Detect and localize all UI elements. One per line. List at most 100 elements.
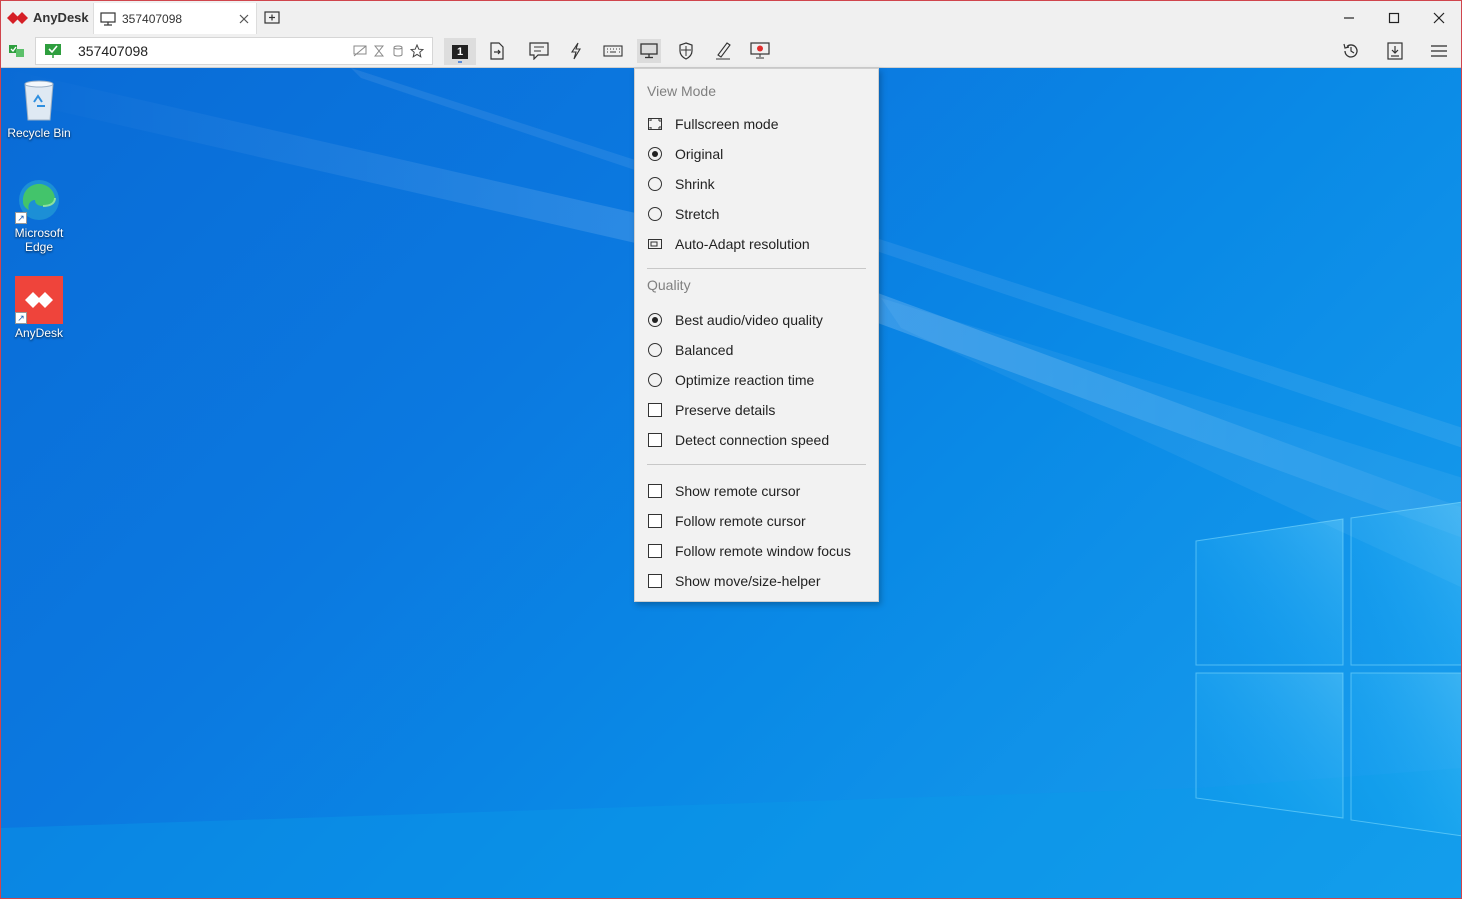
menu-item-stretch[interactable]: Stretch — [635, 200, 878, 228]
permissions-shield-icon — [679, 42, 693, 60]
connection-status-icon — [9, 45, 24, 57]
menu-item-label: Follow remote window focus — [675, 543, 851, 559]
desktop-icon-recycle-bin[interactable]: Recycle Bin — [1, 76, 77, 140]
display-settings-menu: View Mode Fullscreen mode Original Shrin… — [634, 68, 879, 602]
file-transfer-icon — [490, 42, 504, 60]
minimize-button[interactable] — [1326, 1, 1371, 34]
checkbox-unchecked[interactable] — [648, 433, 662, 447]
anydesk-logo-icon — [7, 11, 28, 24]
menu-item-auto-adapt[interactable]: Auto-Adapt resolution — [635, 230, 878, 258]
checkbox-unchecked[interactable] — [648, 484, 662, 498]
fullscreen-icon — [648, 118, 662, 130]
app-name: AnyDesk — [33, 10, 89, 25]
address-bar[interactable]: 357407098 — [35, 37, 433, 65]
session-toolbar: 357407098 1 — [1, 34, 1461, 68]
actions-lightning-icon — [570, 42, 581, 60]
menu-item-show-move-helper[interactable]: Show move/size-helper — [635, 567, 878, 595]
download-button[interactable] — [1383, 39, 1407, 63]
shortcut-arrow-icon: ↗ — [15, 312, 27, 324]
file-transfer-button[interactable] — [485, 39, 509, 63]
keyboard-icon — [603, 45, 623, 57]
desktop-icon-label: AnyDesk — [14, 326, 64, 340]
radio-unselected[interactable] — [648, 343, 662, 357]
checkbox-unchecked[interactable] — [648, 574, 662, 588]
input-blocked-icon[interactable] — [353, 44, 367, 58]
anydesk-window: AnyDesk 357407098 357407098 1 Recycle Bi… — [0, 0, 1462, 899]
new-tab-button[interactable] — [257, 1, 287, 34]
monitor-icon — [100, 11, 116, 26]
menu-item-label: Show move/size-helper — [675, 573, 821, 589]
checkbox-unchecked[interactable] — [648, 544, 662, 558]
menu-item-balanced[interactable]: Balanced — [635, 336, 878, 364]
whiteboard-button[interactable] — [711, 39, 735, 63]
app-brand[interactable]: AnyDesk — [1, 1, 93, 34]
window-controls — [1326, 1, 1461, 34]
radio-selected[interactable] — [648, 147, 662, 161]
close-icon — [1433, 12, 1444, 23]
menu-item-label: Original — [675, 146, 724, 162]
menu-item-shrink[interactable]: Shrink — [635, 170, 878, 198]
checkbox-unchecked[interactable] — [648, 514, 662, 528]
radio-unselected[interactable] — [648, 373, 662, 387]
shortcut-arrow-icon: ↗ — [15, 212, 27, 224]
favorite-star-icon[interactable] — [410, 44, 424, 58]
tab-close-icon[interactable] — [238, 13, 250, 25]
actions-button[interactable] — [564, 39, 588, 63]
menu-item-preserve-details[interactable]: Preserve details — [635, 396, 878, 424]
permissions-button[interactable] — [674, 39, 698, 63]
main-menu-button[interactable] — [1427, 39, 1451, 63]
keyboard-button[interactable] — [601, 39, 625, 63]
monitor-number: 1 — [452, 44, 468, 59]
active-indicator — [458, 61, 462, 63]
menu-item-label: Follow remote cursor — [675, 513, 806, 529]
address-status-icons — [353, 44, 424, 58]
whiteboard-pen-icon — [716, 42, 731, 60]
menu-item-show-remote-cursor[interactable]: Show remote cursor — [635, 477, 878, 505]
chat-button[interactable] — [527, 39, 551, 63]
minimize-icon — [1343, 16, 1354, 19]
tab-title: 357407098 — [122, 11, 183, 26]
menu-item-follow-window-focus[interactable]: Follow remote window focus — [635, 537, 878, 565]
display-settings-button[interactable] — [637, 39, 661, 63]
auto-adapt-resolution-icon — [648, 239, 662, 249]
menu-item-label: Balanced — [675, 342, 734, 358]
radio-unselected[interactable] — [648, 207, 662, 221]
desktop-icon-anydesk[interactable]: ↗ AnyDesk — [1, 276, 77, 340]
desktop-icon-microsoft-edge[interactable]: ↗ Microsoft Edge — [1, 176, 77, 254]
menu-item-best-quality[interactable]: Best audio/video quality — [635, 306, 878, 334]
menu-item-label: Detect connection speed — [675, 432, 830, 448]
record-button[interactable] — [748, 39, 772, 63]
menu-item-fullscreen[interactable]: Fullscreen mode — [635, 110, 878, 138]
menu-icon — [1431, 45, 1447, 57]
menu-item-optimize-reaction[interactable]: Optimize reaction time — [635, 366, 878, 394]
session-tab[interactable]: 357407098 — [93, 3, 257, 34]
menu-item-label: Best audio/video quality — [675, 312, 823, 328]
radio-selected[interactable] — [648, 313, 662, 327]
menu-item-original[interactable]: Original — [635, 140, 878, 168]
desktop-icon-label: Microsoft Edge — [14, 226, 64, 254]
display-icon — [640, 43, 658, 59]
verified-monitor-icon — [45, 44, 61, 58]
monitor-selector-button[interactable]: 1 — [444, 38, 476, 65]
view-mode-header: View Mode — [647, 83, 717, 99]
menu-item-label: Show remote cursor — [675, 483, 801, 499]
menu-separator — [647, 268, 866, 269]
history-button[interactable] — [1339, 39, 1363, 63]
menu-item-label: Fullscreen mode — [675, 116, 779, 132]
menu-item-follow-remote-cursor[interactable]: Follow remote cursor — [635, 507, 878, 535]
new-tab-icon — [264, 10, 280, 24]
menu-item-label: Optimize reaction time — [675, 372, 815, 388]
menu-item-label: Preserve details — [675, 402, 776, 418]
maximize-button[interactable] — [1371, 1, 1416, 34]
database-icon[interactable] — [391, 44, 405, 58]
chat-icon — [529, 42, 549, 60]
connection-status-button[interactable] — [5, 39, 29, 63]
radio-unselected[interactable] — [648, 177, 662, 191]
hourglass-icon[interactable] — [372, 44, 386, 58]
history-icon — [1343, 43, 1358, 58]
menu-item-detect-speed[interactable]: Detect connection speed — [635, 426, 878, 454]
close-button[interactable] — [1416, 1, 1461, 34]
menu-item-label: Shrink — [675, 176, 715, 192]
recycle-bin-icon — [24, 80, 54, 121]
checkbox-unchecked[interactable] — [648, 403, 662, 417]
